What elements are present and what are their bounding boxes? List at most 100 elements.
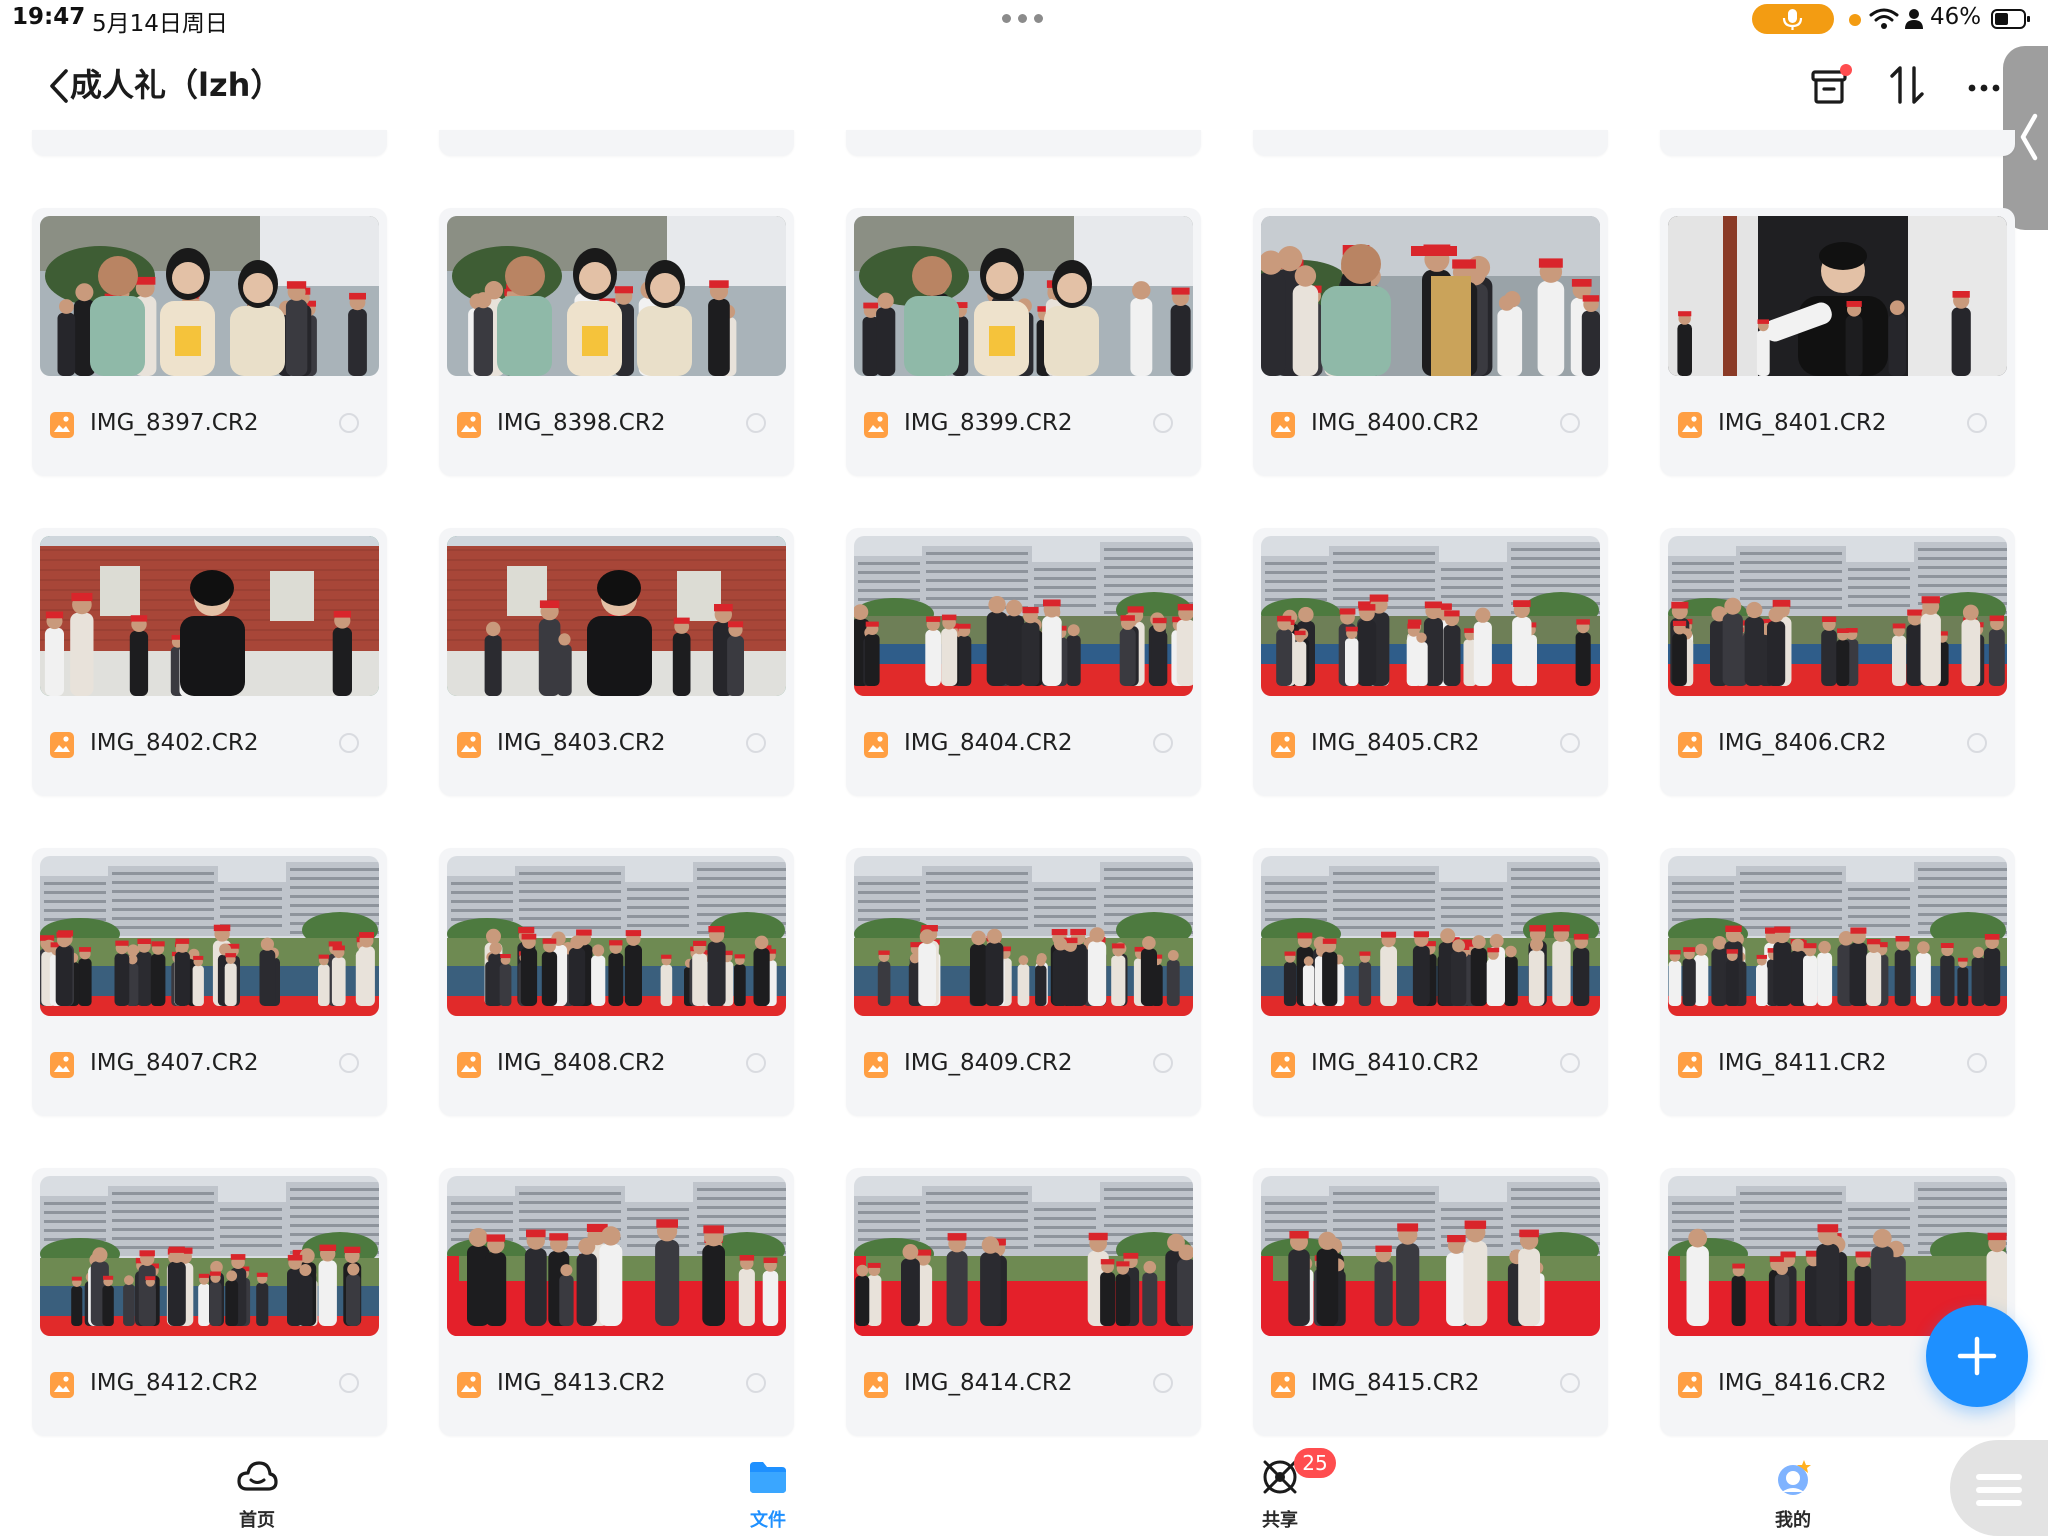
file-thumbnail[interactable] — [40, 216, 379, 376]
select-checkbox[interactable] — [1560, 1053, 1580, 1073]
file-card[interactable]: IMG_8412.CR2 — [32, 1168, 387, 1436]
file-card[interactable]: IMG_8406.CR2 — [1660, 528, 2015, 796]
nav-home[interactable]: 首页 — [197, 1438, 317, 1536]
file-card-partial[interactable] — [1253, 130, 1608, 156]
file-card[interactable]: IMG_8404.CR2 — [846, 528, 1201, 796]
file-card[interactable]: IMG_8405.CR2 — [1253, 528, 1608, 796]
image-file-icon — [49, 411, 75, 439]
image-file-icon — [456, 411, 482, 439]
image-file-icon — [863, 731, 889, 759]
select-checkbox[interactable] — [1153, 1373, 1173, 1393]
file-thumbnail[interactable] — [447, 536, 786, 696]
file-card[interactable]: IMG_8408.CR2 — [439, 848, 794, 1116]
file-name: IMG_8408.CR2 — [497, 1050, 666, 1076]
file-card[interactable]: IMG_8415.CR2 — [1253, 1168, 1608, 1436]
file-name: IMG_8398.CR2 — [497, 410, 666, 436]
select-checkbox[interactable] — [746, 413, 766, 433]
nav-files-label: 文件 — [750, 1510, 786, 1531]
image-file-icon — [49, 1371, 75, 1399]
select-checkbox[interactable] — [1967, 413, 1987, 433]
select-checkbox[interactable] — [1153, 1053, 1173, 1073]
select-checkbox[interactable] — [339, 733, 359, 753]
file-card[interactable]: IMG_8397.CR2 — [32, 208, 387, 476]
nav-share[interactable]: 25 共享 — [1220, 1438, 1340, 1536]
file-card[interactable]: IMG_8399.CR2 — [846, 208, 1201, 476]
select-checkbox[interactable] — [1153, 733, 1173, 753]
bottom-nav: 首页 文件 25 共享 我的 — [0, 1438, 2048, 1536]
file-thumbnail[interactable] — [447, 856, 786, 1016]
add-button[interactable] — [1926, 1305, 2028, 1407]
file-card[interactable]: IMG_8403.CR2 — [439, 528, 794, 796]
image-file-icon — [863, 411, 889, 439]
file-thumbnail[interactable] — [854, 856, 1193, 1016]
nav-share-label: 共享 — [1262, 1510, 1298, 1531]
file-name: IMG_8401.CR2 — [1718, 410, 1887, 436]
file-card-partial[interactable] — [846, 130, 1201, 156]
file-thumbnail[interactable] — [1261, 1176, 1600, 1336]
select-checkbox[interactable] — [339, 1053, 359, 1073]
file-thumbnail[interactable] — [1668, 536, 2007, 696]
file-thumbnail[interactable] — [1261, 536, 1600, 696]
file-thumbnail[interactable] — [447, 1176, 786, 1336]
select-checkbox[interactable] — [746, 733, 766, 753]
file-thumbnail[interactable] — [40, 1176, 379, 1336]
select-checkbox[interactable] — [1967, 1053, 1987, 1073]
file-name: IMG_8406.CR2 — [1718, 730, 1887, 756]
file-card[interactable]: IMG_8411.CR2 — [1660, 848, 2015, 1116]
share-badge: 25 — [1294, 1448, 1336, 1478]
select-checkbox[interactable] — [1560, 733, 1580, 753]
file-thumbnail[interactable] — [1261, 216, 1600, 376]
file-name: IMG_8411.CR2 — [1718, 1050, 1887, 1076]
file-name: IMG_8397.CR2 — [90, 410, 259, 436]
nav-mine[interactable]: 我的 — [1733, 1438, 1853, 1536]
file-card[interactable]: IMG_8398.CR2 — [439, 208, 794, 476]
file-card[interactable]: IMG_8414.CR2 — [846, 1168, 1201, 1436]
file-card[interactable]: IMG_8402.CR2 — [32, 528, 387, 796]
file-thumbnail[interactable] — [854, 536, 1193, 696]
file-thumbnail[interactable] — [854, 216, 1193, 376]
file-name: IMG_8407.CR2 — [90, 1050, 259, 1076]
file-thumbnail[interactable] — [1261, 856, 1600, 1016]
file-name: IMG_8400.CR2 — [1311, 410, 1480, 436]
file-name: IMG_8404.CR2 — [904, 730, 1073, 756]
file-thumbnail[interactable] — [854, 1176, 1193, 1336]
list-view-toggle[interactable] — [1950, 1440, 2048, 1536]
file-card[interactable]: IMG_8409.CR2 — [846, 848, 1201, 1116]
file-thumbnail[interactable] — [40, 536, 379, 696]
app-window: 19:47 5月14日周日 46% 成人礼（lzh） IMG_8397.CR2 … — [0, 0, 2048, 1536]
select-checkbox[interactable] — [1560, 413, 1580, 433]
select-checkbox[interactable] — [339, 1373, 359, 1393]
select-checkbox[interactable] — [1967, 733, 1987, 753]
file-card[interactable]: IMG_8401.CR2 — [1660, 208, 2015, 476]
file-card[interactable]: IMG_8407.CR2 — [32, 848, 387, 1116]
file-name: IMG_8413.CR2 — [497, 1370, 666, 1396]
file-thumbnail[interactable] — [1668, 856, 2007, 1016]
file-name: IMG_8415.CR2 — [1311, 1370, 1480, 1396]
file-thumbnail[interactable] — [1668, 216, 2007, 376]
image-file-icon — [863, 1051, 889, 1079]
file-grid: IMG_8397.CR2 IMG_8398.CR2 IMG_8399.CR2 IMG_… — [0, 0, 2048, 1536]
image-file-icon — [1677, 731, 1703, 759]
file-thumbnail[interactable] — [40, 856, 379, 1016]
select-checkbox[interactable] — [746, 1053, 766, 1073]
image-file-icon — [456, 731, 482, 759]
file-name: IMG_8414.CR2 — [904, 1370, 1073, 1396]
select-checkbox[interactable] — [746, 1373, 766, 1393]
select-checkbox[interactable] — [1560, 1373, 1580, 1393]
file-name: IMG_8403.CR2 — [497, 730, 666, 756]
file-card-partial[interactable] — [439, 130, 794, 156]
file-card[interactable]: IMG_8413.CR2 — [439, 1168, 794, 1436]
file-card[interactable]: IMG_8400.CR2 — [1253, 208, 1608, 476]
file-card[interactable]: IMG_8410.CR2 — [1253, 848, 1608, 1116]
image-file-icon — [863, 1371, 889, 1399]
avatar-icon — [1772, 1456, 1814, 1498]
file-card-partial[interactable] — [1660, 130, 2015, 156]
file-thumbnail[interactable] — [447, 216, 786, 376]
nav-home-label: 首页 — [239, 1510, 275, 1531]
nav-files[interactable]: 文件 — [708, 1438, 828, 1536]
select-checkbox[interactable] — [1153, 413, 1173, 433]
file-card-partial[interactable] — [32, 130, 387, 156]
select-checkbox[interactable] — [339, 413, 359, 433]
file-name: IMG_8405.CR2 — [1311, 730, 1480, 756]
image-file-icon — [456, 1371, 482, 1399]
